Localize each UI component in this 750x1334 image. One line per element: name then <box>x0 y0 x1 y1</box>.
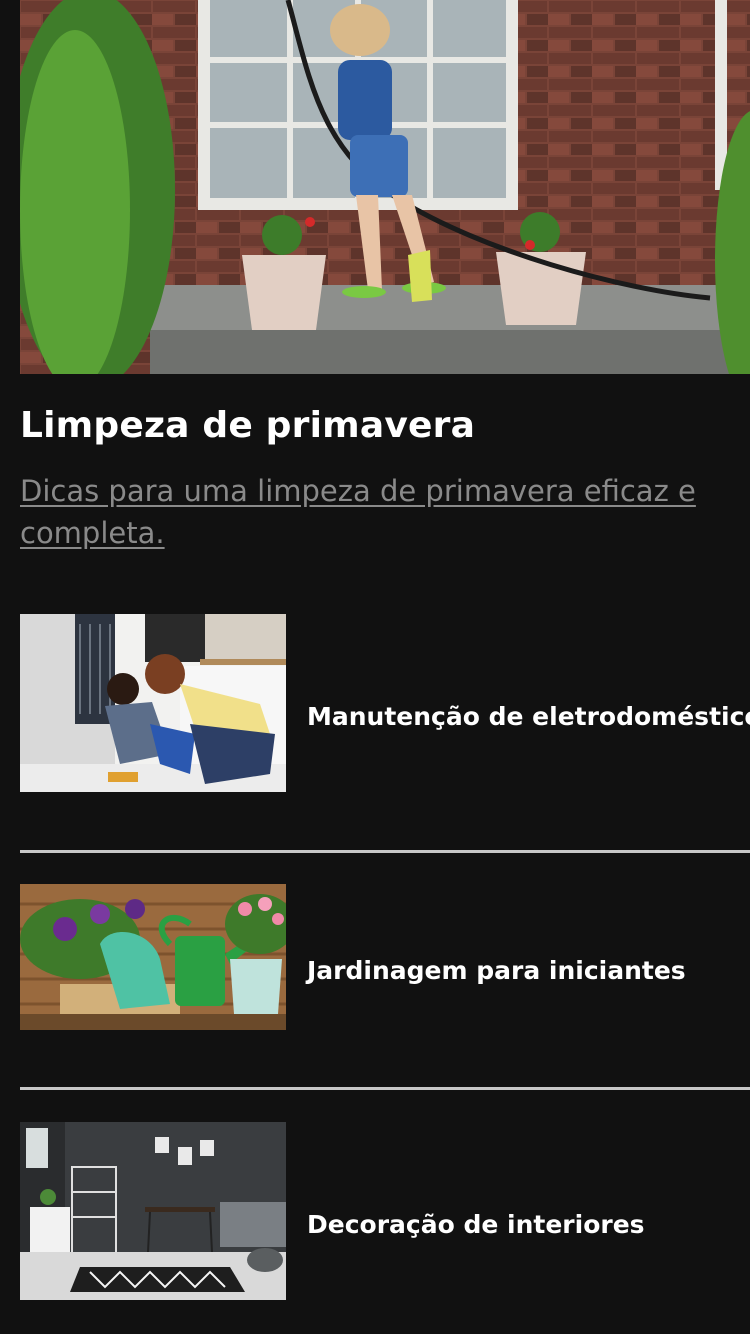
article-appliance-maintenance[interactable]: Manutenção de eletrodomésticos <box>20 614 750 792</box>
featured-subtitle-link[interactable]: Dicas para uma limpeza de primavera efic… <box>20 470 720 554</box>
article-title[interactable]: Manutenção de eletrodomésticos <box>307 702 750 731</box>
article-gardening-beginners[interactable]: Jardinagem para iniciantes <box>20 884 750 1030</box>
divider <box>20 1087 750 1090</box>
gardening-tools-photo-icon <box>20 884 286 1030</box>
article-thumbnail <box>20 884 286 1030</box>
article-title[interactable]: Decoração de interiores <box>307 1210 645 1239</box>
page: Limpeza de primavera Dicas para uma limp… <box>0 0 750 1334</box>
featured-title[interactable]: Limpeza de primavera <box>20 405 475 446</box>
article-thumbnail <box>20 1122 286 1300</box>
living-room-decor-photo-icon <box>20 1122 286 1300</box>
article-title[interactable]: Jardinagem para iniciantes <box>307 956 686 985</box>
featured-image[interactable] <box>20 0 750 374</box>
article-thumbnail <box>20 614 286 792</box>
appliance-repair-photo-icon <box>20 614 286 792</box>
article-interior-decoration[interactable]: Decoração de interiores <box>20 1122 750 1300</box>
woman-washing-window-photo-icon <box>20 0 750 374</box>
divider <box>20 850 750 853</box>
